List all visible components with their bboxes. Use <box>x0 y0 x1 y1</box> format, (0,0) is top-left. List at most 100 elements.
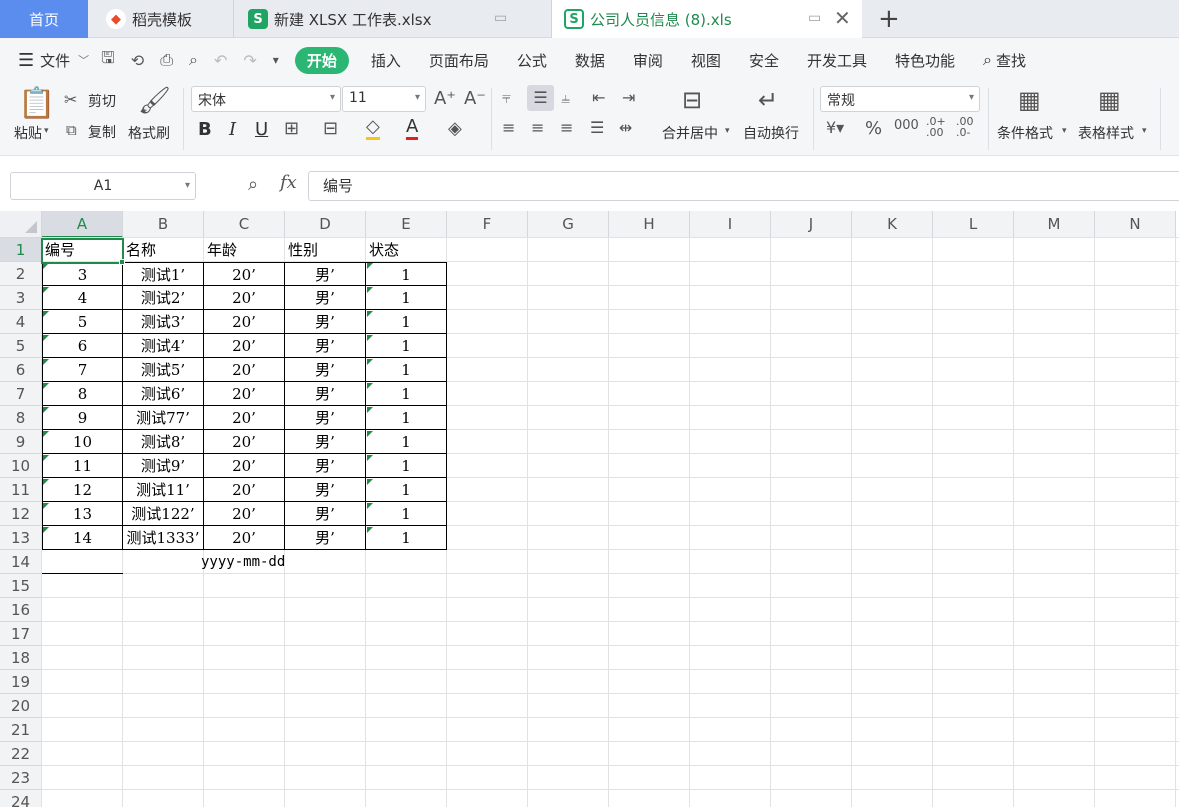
column-header-c[interactable]: C <box>204 211 285 238</box>
menu-formulas[interactable]: 公式 <box>517 50 547 71</box>
justify-icon[interactable]: ☰ <box>590 118 604 137</box>
table-cell[interactable]: 20’ <box>204 262 285 286</box>
menu-page-layout[interactable]: 页面布局 <box>429 50 489 71</box>
column-header-a[interactable]: A <box>42 211 123 238</box>
wrap-text-button[interactable]: 自动换行 <box>743 123 799 143</box>
table-cell[interactable]: 20’ <box>204 430 285 454</box>
table-cell[interactable]: 男’ <box>285 358 366 382</box>
table-cell[interactable]: 7 <box>42 358 123 382</box>
table-cell[interactable]: 11 <box>42 454 123 478</box>
row-header-18[interactable]: 18 <box>0 646 42 670</box>
row-header-23[interactable]: 23 <box>0 766 42 790</box>
column-header-i[interactable]: I <box>690 211 771 238</box>
column-header-m[interactable]: M <box>1014 211 1095 238</box>
conditional-format-button[interactable]: 条件格式 <box>997 123 1053 143</box>
table-cell[interactable]: 1 <box>366 310 447 334</box>
monitor-icon[interactable]: ▭ <box>494 10 507 26</box>
table-cell[interactable]: 男’ <box>285 262 366 286</box>
header-cell[interactable]: 年龄 <box>204 238 285 262</box>
column-header-e[interactable]: E <box>366 211 447 238</box>
table-cell[interactable]: 4 <box>42 286 123 310</box>
row-header-3[interactable]: 3 <box>0 286 42 310</box>
paste-button[interactable]: 粘贴 <box>14 123 42 143</box>
fill-color-icon[interactable]: ◇ <box>366 116 380 140</box>
menu-review[interactable]: 审阅 <box>633 50 663 71</box>
table-cell[interactable]: 测试3’ <box>123 310 204 334</box>
table-cell[interactable]: 测试5’ <box>123 358 204 382</box>
table-cell[interactable]: 5 <box>42 310 123 334</box>
fill-handle[interactable] <box>119 259 125 265</box>
row-header-8[interactable]: 8 <box>0 406 42 430</box>
redo-icon[interactable]: ↷ <box>243 51 256 70</box>
table-cell[interactable]: 男’ <box>285 406 366 430</box>
row-header-4[interactable]: 4 <box>0 310 42 334</box>
undo-icon[interactable]: ↶ <box>214 51 227 70</box>
column-header-l[interactable]: L <box>933 211 1014 238</box>
percent-icon[interactable]: % <box>865 118 882 139</box>
decrease-font-icon[interactable]: A⁻ <box>464 88 486 109</box>
save-icon[interactable]: 🖫 <box>101 47 115 74</box>
increase-indent-icon[interactable]: ⇥ <box>622 88 635 107</box>
column-header-h[interactable]: H <box>609 211 690 238</box>
number-format-select[interactable]: 常规 ▾ <box>820 86 980 112</box>
column-header-d[interactable]: D <box>285 211 366 238</box>
row-header-7[interactable]: 7 <box>0 382 42 406</box>
table-cell[interactable]: 测试1’ <box>123 262 204 286</box>
copy-button[interactable]: 复制 <box>88 122 116 142</box>
menu-search[interactable]: ⌕ 查找 <box>983 50 1026 71</box>
table-cell[interactable]: 1 <box>366 262 447 286</box>
table-cell[interactable]: 14 <box>42 526 123 550</box>
clear-eraser-icon[interactable]: ◈ <box>448 118 462 139</box>
row-header-6[interactable]: 6 <box>0 358 42 382</box>
table-cell[interactable]: 20’ <box>204 526 285 550</box>
increase-font-icon[interactable]: A⁺ <box>434 88 456 109</box>
table-cell[interactable]: 1 <box>366 358 447 382</box>
table-cell[interactable]: 10 <box>42 430 123 454</box>
table-cell[interactable]: 20’ <box>204 454 285 478</box>
name-box[interactable]: A1 ▾ <box>10 172 196 200</box>
table-cell[interactable]: 测试11’ <box>123 478 204 502</box>
new-tab-plus-icon[interactable]: + <box>878 4 900 34</box>
print-icon[interactable]: ⎙ <box>160 50 173 70</box>
row-header-15[interactable]: 15 <box>0 574 42 598</box>
table-cell[interactable]: 测试122’ <box>123 502 204 526</box>
table-cell[interactable]: 20’ <box>204 334 285 358</box>
print-preview-icon[interactable]: ⌕ <box>189 50 198 70</box>
row-header-14[interactable]: 14 <box>0 550 42 574</box>
menu-developer[interactable]: 开发工具 <box>807 50 867 71</box>
table-cell[interactable]: 1 <box>366 502 447 526</box>
distributed-align-icon[interactable]: ⇹ <box>619 118 632 137</box>
row-header-12[interactable]: 12 <box>0 502 42 526</box>
table-cell[interactable]: 测试9’ <box>123 454 204 478</box>
table-cell[interactable]: 9 <box>42 406 123 430</box>
menu-file[interactable]: ☰ 文件 ﹀ <box>18 50 89 71</box>
date-format-cell[interactable]: yyyy-mm-dd <box>198 550 360 574</box>
currency-icon[interactable]: ¥▾ <box>826 118 844 137</box>
close-icon[interactable]: ✕ <box>834 6 851 30</box>
row-header-9[interactable]: 9 <box>0 430 42 454</box>
table-cell[interactable]: 1 <box>366 478 447 502</box>
chevron-down-icon[interactable]: ▾ <box>1142 126 1147 136</box>
customize-toolbar-icon[interactable]: ▾ <box>273 53 279 67</box>
row-header-1[interactable]: 1 <box>0 238 42 262</box>
table-cell[interactable]: 20’ <box>204 406 285 430</box>
table-cell[interactable]: 测试1333’ <box>123 526 204 550</box>
table-cell[interactable]: 1 <box>366 454 447 478</box>
format-painter-button[interactable]: 格式刷 <box>128 123 170 143</box>
row-header-22[interactable]: 22 <box>0 742 42 766</box>
paste-icon[interactable]: 📋 <box>18 86 55 121</box>
table-cell[interactable]: 20’ <box>204 286 285 310</box>
table-cell[interactable]: 男’ <box>285 310 366 334</box>
table-cell[interactable]: 6 <box>42 334 123 358</box>
tab-new-xlsx[interactable]: S 新建 XLSX 工作表.xlsx ▭ <box>236 0 552 38</box>
borders-icon[interactable]: ⊞ <box>284 118 299 139</box>
table-cell[interactable]: 1 <box>366 382 447 406</box>
align-top-icon[interactable]: ⫧ <box>502 88 511 108</box>
table-cell[interactable]: 男’ <box>285 478 366 502</box>
table-cell[interactable]: 3 <box>42 262 123 286</box>
menu-insert[interactable]: 插入 <box>371 50 401 71</box>
font-color-icon[interactable]: A <box>406 116 419 140</box>
table-cell[interactable]: 男’ <box>285 502 366 526</box>
align-center-icon[interactable]: ≡ <box>531 118 544 137</box>
table-cell[interactable]: 1 <box>366 430 447 454</box>
